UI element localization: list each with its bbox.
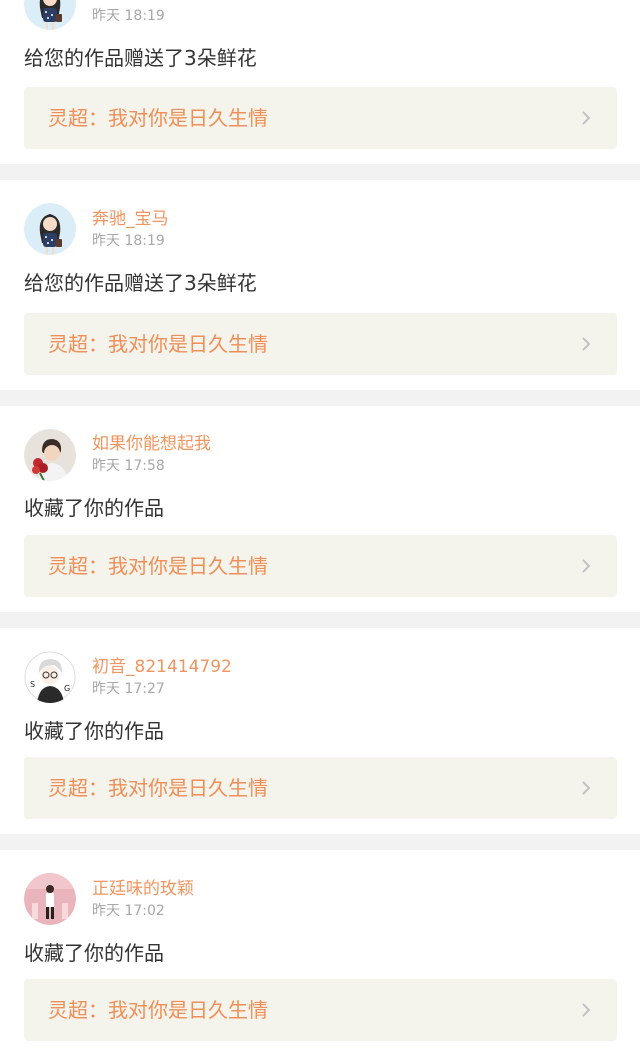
notification-card: 昨天 18:19 给您的作品赠送了3朵鲜花 灵超：我对你是日久生情 [0, 0, 640, 164]
user-avatar[interactable] [24, 873, 76, 925]
chevron-right-icon [582, 1003, 590, 1017]
chevron-right-icon [582, 337, 590, 351]
chevron-right-icon [582, 111, 590, 125]
timestamp: 昨天 18:19 [92, 233, 165, 249]
username[interactable]: 奔驰_宝马 [92, 209, 169, 229]
work-title: 灵超：我对你是日久生情 [48, 106, 268, 130]
username[interactable]: 初音_821414792 [92, 657, 232, 677]
activity-text: 给您的作品赠送了3朵鲜花 [24, 271, 257, 295]
anime-boy-avatar-icon: S G [24, 651, 76, 703]
boy-with-roses-avatar-icon [24, 429, 76, 481]
notification-card: S G 初音_821414792 昨天 17:27 收藏了你的作品 灵超：我对你… [0, 628, 640, 834]
username[interactable]: 如果你能想起我 [92, 434, 211, 454]
work-link-card[interactable]: 灵超：我对你是日久生情 [24, 535, 617, 597]
work-link-card[interactable]: 灵超：我对你是日久生情 [24, 87, 617, 149]
timestamp: 昨天 18:19 [92, 8, 165, 24]
svg-text:G: G [64, 684, 70, 693]
notification-card: 如果你能想起我 昨天 17:58 收藏了你的作品 灵超：我对你是日久生情 [0, 406, 640, 612]
timestamp: 昨天 17:27 [92, 681, 165, 697]
chevron-right-icon [582, 559, 590, 573]
notification-card: 奔驰_宝马 昨天 18:19 给您的作品赠送了3朵鲜花 灵超：我对你是日久生情 [0, 180, 640, 390]
work-title: 灵超：我对你是日久生情 [48, 776, 268, 800]
timestamp: 昨天 17:58 [92, 458, 165, 474]
username[interactable]: 正廷味的玫颖 [92, 879, 194, 899]
work-title: 灵超：我对你是日久生情 [48, 332, 268, 356]
girl-avatar-icon [24, 203, 76, 255]
work-title: 灵超：我对你是日久生情 [48, 998, 268, 1022]
pink-room-avatar-icon [24, 873, 76, 925]
user-avatar[interactable] [24, 0, 76, 30]
svg-text:S: S [30, 680, 35, 689]
user-avatar[interactable] [24, 429, 76, 481]
user-avatar[interactable]: S G [24, 651, 76, 703]
work-link-card[interactable]: 灵超：我对你是日久生情 [24, 313, 617, 375]
activity-text: 收藏了你的作品 [24, 496, 164, 520]
user-avatar[interactable] [24, 203, 76, 255]
notification-card: 正廷味的玫颖 昨天 17:02 收藏了你的作品 灵超：我对你是日久生情 [0, 850, 640, 1050]
activity-text: 收藏了你的作品 [24, 719, 164, 743]
work-title: 灵超：我对你是日久生情 [48, 554, 268, 578]
activity-text: 给您的作品赠送了3朵鲜花 [24, 46, 257, 70]
work-link-card[interactable]: 灵超：我对你是日久生情 [24, 757, 617, 819]
activity-text: 收藏了你的作品 [24, 941, 164, 965]
timestamp: 昨天 17:02 [92, 903, 165, 919]
girl-avatar-icon [24, 0, 76, 30]
chevron-right-icon [582, 781, 590, 795]
work-link-card[interactable]: 灵超：我对你是日久生情 [24, 979, 617, 1041]
